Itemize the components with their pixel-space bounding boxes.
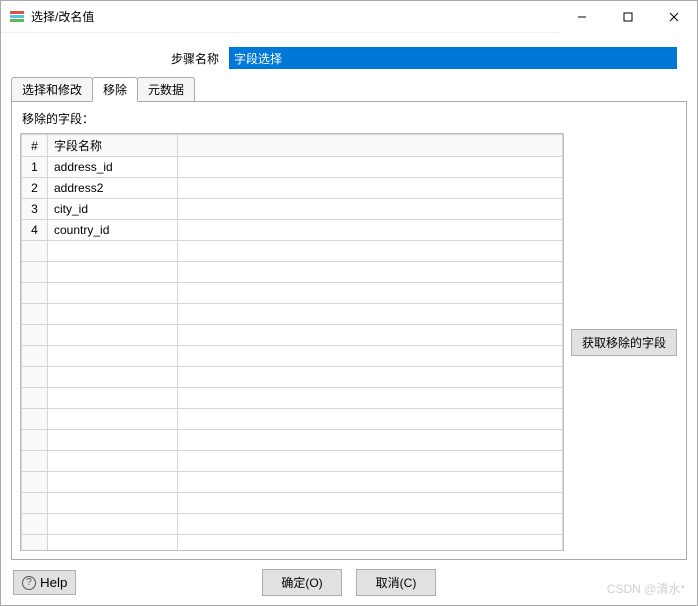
app-icon: [9, 9, 25, 25]
tab-select-modify[interactable]: 选择和修改: [11, 77, 93, 101]
col-empty: [178, 135, 563, 157]
table-row[interactable]: 2address2: [22, 178, 563, 199]
titlebar: 选择/改名值: [1, 1, 697, 33]
table-row-empty[interactable]: [22, 388, 563, 409]
ok-button[interactable]: 确定(O): [262, 569, 342, 596]
table-row-empty[interactable]: [22, 535, 563, 552]
remove-caption: 移除的字段：: [20, 108, 678, 129]
help-button[interactable]: ? Help: [13, 570, 76, 595]
table-row-empty[interactable]: [22, 283, 563, 304]
row-index: 3: [22, 199, 48, 220]
tab-bar: 选择和修改 移除 元数据: [1, 79, 697, 101]
cancel-button[interactable]: 取消(C): [356, 569, 436, 596]
col-index: #: [22, 135, 48, 157]
tab-metadata[interactable]: 元数据: [137, 77, 195, 101]
minimize-button[interactable]: [559, 1, 605, 33]
help-label: Help: [40, 575, 67, 590]
get-remove-fields-button[interactable]: 获取移除的字段: [571, 329, 677, 356]
table-row[interactable]: 3city_id: [22, 199, 563, 220]
row-index: 4: [22, 220, 48, 241]
step-name-row: 步骤名称: [1, 33, 697, 79]
maximize-button[interactable]: [605, 1, 651, 33]
row-field-name[interactable]: country_id: [48, 220, 178, 241]
step-name-input[interactable]: [229, 47, 677, 69]
window-title: 选择/改名值: [31, 8, 94, 25]
table-row-empty[interactable]: [22, 325, 563, 346]
table-row-empty[interactable]: [22, 346, 563, 367]
watermark: CSDN @清水*: [607, 580, 685, 597]
tab-remove[interactable]: 移除: [92, 77, 138, 102]
table-row-empty[interactable]: [22, 409, 563, 430]
help-icon: ?: [22, 576, 36, 590]
close-button[interactable]: [651, 1, 697, 33]
table-row-empty[interactable]: [22, 367, 563, 388]
row-index: 1: [22, 157, 48, 178]
table-row-empty[interactable]: [22, 304, 563, 325]
table-row-empty[interactable]: [22, 451, 563, 472]
table-row-empty[interactable]: [22, 262, 563, 283]
row-field-name[interactable]: city_id: [48, 199, 178, 220]
bottom-bar: ? Help 确定(O) 取消(C) CSDN @清水*: [1, 560, 697, 605]
table-row[interactable]: 4country_id: [22, 220, 563, 241]
col-field-name: 字段名称: [48, 135, 178, 157]
table-row[interactable]: 1address_id: [22, 157, 563, 178]
row-index: 2: [22, 178, 48, 199]
table-row-empty[interactable]: [22, 241, 563, 262]
table-row-empty[interactable]: [22, 493, 563, 514]
row-field-name[interactable]: address_id: [48, 157, 178, 178]
table-row-empty[interactable]: [22, 514, 563, 535]
row-field-name[interactable]: address2: [48, 178, 178, 199]
table-row-empty[interactable]: [22, 472, 563, 493]
remove-fields-table[interactable]: # 字段名称 1address_id2address23city_id4coun…: [20, 133, 564, 551]
tab-panel-remove: 移除的字段： # 字段名称 1address_id2address23city_…: [11, 101, 687, 560]
table-row-empty[interactable]: [22, 430, 563, 451]
step-name-label: 步骤名称: [171, 50, 223, 67]
